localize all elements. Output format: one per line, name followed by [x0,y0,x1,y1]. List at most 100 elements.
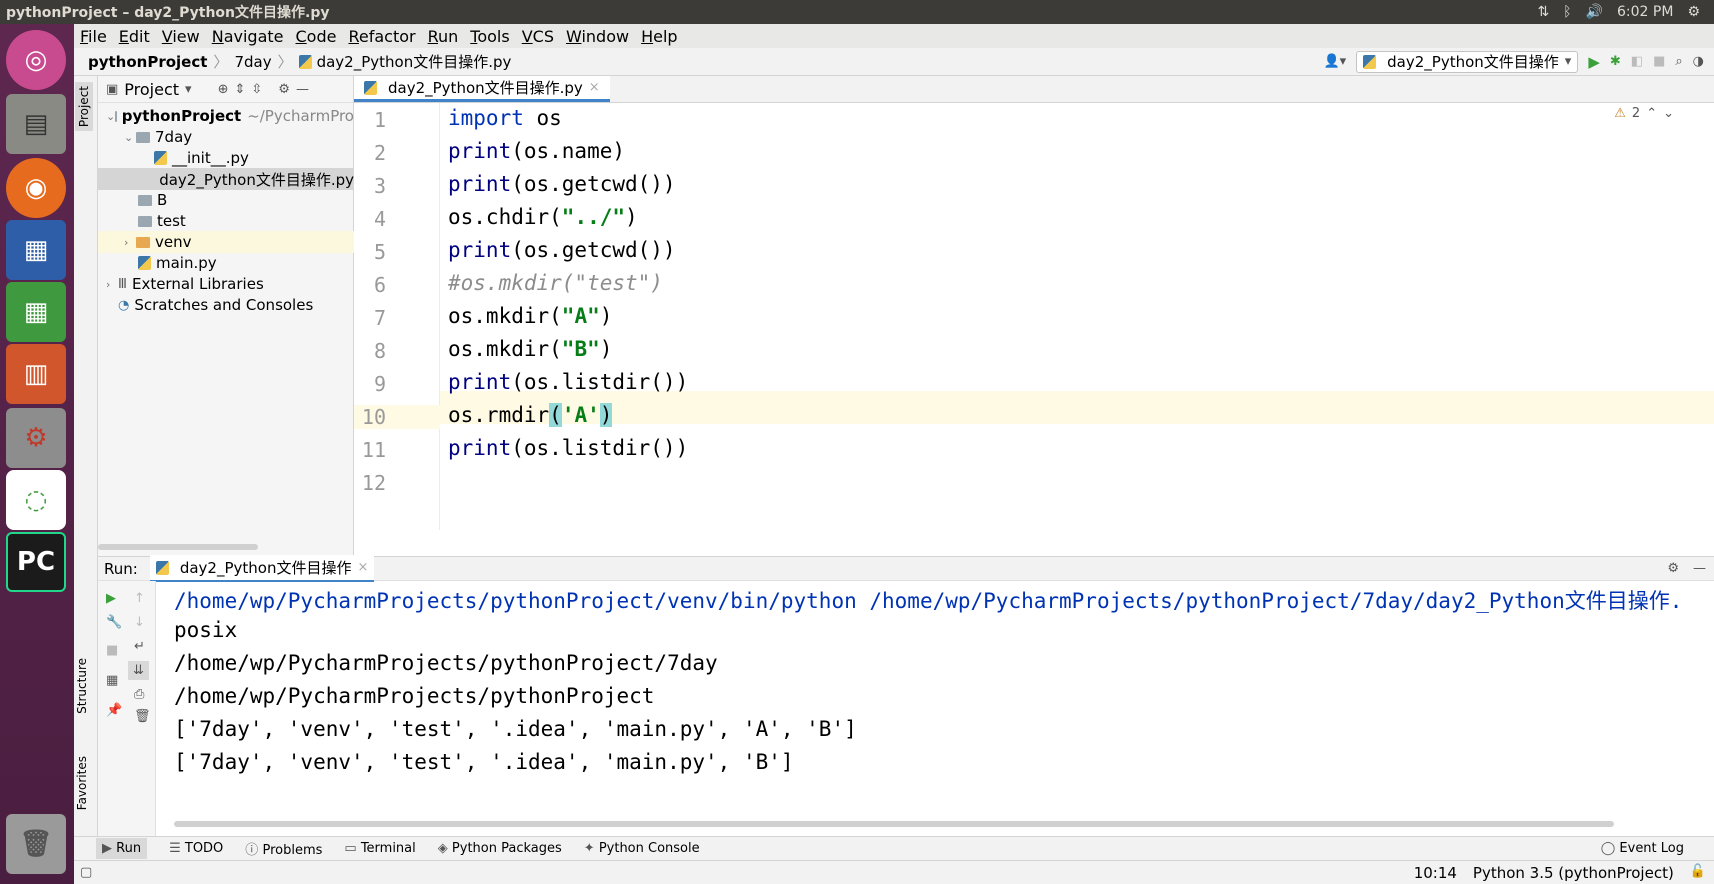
firefox-icon[interactable]: ◉ [6,158,66,218]
gear-icon[interactable]: ⚙ [278,82,290,97]
chevron-right-icon[interactable]: › [124,236,136,249]
network-icon[interactable]: ⇅ [1537,4,1549,20]
tab-python-console[interactable]: ✦ Python Console [584,841,700,856]
tab-terminal[interactable]: ▭ Terminal [344,841,415,856]
coverage-icon[interactable]: ◧ [1631,54,1643,69]
editor-tab-active[interactable]: day2_Python文件目操作.py × [354,76,610,102]
print-icon[interactable]: ⎙ [134,687,144,702]
menu-vcs[interactable]: VCS [522,27,554,46]
menu-file[interactable]: File [80,27,107,46]
horizontal-scrollbar[interactable] [98,544,258,550]
menu-tools[interactable]: Tools [470,27,509,46]
run-tab[interactable]: day2_Python文件目操作 × [149,555,375,582]
tab-project[interactable]: Project [75,82,93,132]
chevron-down-icon[interactable]: ⌄ [124,131,136,144]
close-icon[interactable]: × [357,560,368,575]
layout-icon[interactable]: ▦ [106,673,118,688]
chevron-down-icon[interactable]: ▾ [185,82,192,97]
tree-item[interactable]: __init__.py [98,147,354,169]
tab-structure[interactable]: Structure [75,658,89,714]
gear-icon[interactable]: ⚙ [1667,561,1679,576]
project-panel-title[interactable]: Project [124,80,179,99]
menu-view[interactable]: View [162,27,200,46]
breadcrumb-folder[interactable]: 7day [234,53,271,71]
run-config-select[interactable]: day2_Python文件目操作 ▾ [1356,50,1579,73]
line-number: 5 [373,240,386,264]
calc-icon[interactable]: ▦ [6,282,66,342]
user-icon[interactable]: 👤▾ [1323,54,1346,69]
chevron-right-icon[interactable]: › [106,278,118,291]
close-icon[interactable]: × [589,80,600,95]
impress-icon[interactable]: ▥ [6,344,66,404]
rerun-icon[interactable]: ▶ [106,591,116,606]
minimize-icon[interactable]: — [296,82,309,97]
power-icon[interactable]: ⚙ [1687,4,1700,20]
interpreter-label[interactable]: Python 3.5 (pythonProject) [1473,864,1674,882]
line-number: 9 [373,372,386,396]
menu-run[interactable]: Run [428,27,459,46]
search-icon[interactable]: ⌕ [1675,54,1682,69]
tree-item[interactable]: B [98,189,354,211]
trash-icon[interactable]: 🗑 [6,814,66,874]
update-icon[interactable]: ◑ [1693,54,1704,69]
menu-edit[interactable]: Edit [119,27,150,46]
ubuntu-dash-icon[interactable]: ◎ [6,30,66,90]
breadcrumb-file[interactable]: day2_Python文件目操作.py [317,51,512,72]
tree-item[interactable]: ◔ Scratches and Consoles [98,294,354,316]
stop-icon[interactable]: ■ [1653,54,1665,69]
horizontal-scrollbar[interactable] [174,821,1614,827]
menu-refactor[interactable]: Refactor [348,27,415,46]
files-icon[interactable]: ▤ [6,94,66,154]
arrow-down-icon[interactable]: ↓ [134,615,145,630]
menu-help[interactable]: Help [641,27,677,46]
code-line: os.chdir("../") [448,205,638,229]
line-number: 1 [373,108,386,132]
arrow-up-icon[interactable]: ↑ [134,591,145,606]
chevron-up-icon[interactable]: ⌃ [1646,106,1657,121]
caret-position[interactable]: 10:14 [1414,864,1457,882]
stop-icon[interactable]: ■ [106,643,118,658]
menu-navigate[interactable]: Navigate [212,27,284,46]
tree-item[interactable]: test [98,210,354,232]
inspection-widget[interactable]: ⚠ 2 ⌃ ⌄ [1614,106,1674,121]
tree-root[interactable]: ⌄ pythonProject ~/PycharmPro [98,105,354,127]
clock[interactable]: 6:02 PM [1617,4,1673,20]
wrench-icon[interactable]: 🔧 [106,615,122,630]
tree-item[interactable]: main.py [98,252,354,274]
scroll-to-end-icon[interactable]: ⇊ [128,661,149,680]
volume-icon[interactable]: 🔊 [1586,4,1603,20]
tree-item-selected[interactable]: day2_Python文件目操作.py [98,168,354,190]
menu-window[interactable]: Window [566,27,629,46]
scratches-icon: ◔ [118,297,130,313]
tab-todo[interactable]: ☰ TODO [169,841,223,856]
run-icon[interactable]: ▶ [1588,53,1600,71]
tab-favorites[interactable]: Favorites [75,756,89,810]
chevron-down-icon[interactable]: ⌄ [1663,106,1674,121]
tree-item[interactable]: › Ⅲ External Libraries [98,273,354,295]
menu-code[interactable]: Code [296,27,337,46]
tab-python-packages[interactable]: ◈ Python Packages [438,841,562,856]
chevron-down-icon[interactable]: ⌄ [106,110,115,123]
locate-icon[interactable]: ⊕ [218,82,229,97]
event-log-button[interactable]: ◯ Event Log [1601,841,1714,856]
tab-run[interactable]: ▶ Run [96,838,148,859]
settings-icon[interactable]: ⚙ [6,408,66,468]
writer-icon[interactable]: ▦ [6,220,66,280]
breadcrumb-project[interactable]: pythonProject [88,53,207,71]
lock-icon[interactable]: 🔓 [1690,864,1706,882]
tree-item[interactable]: ⌄ 7day [98,126,354,148]
software-updater-icon[interactable]: ◌ [6,470,66,530]
soft-wrap-icon[interactable]: ↵ [134,639,145,654]
tree-item[interactable]: › venv [98,231,354,253]
pin-icon[interactable]: 📌 [106,703,122,718]
collapse-all-icon[interactable]: ⇳ [251,82,262,97]
bluetooth-icon[interactable]: ᛒ [1563,4,1571,20]
tool-windows-icon[interactable]: ▢ [80,865,92,880]
run-icon: ▶ [102,841,112,856]
pycharm-icon[interactable]: PC [6,532,66,592]
debug-icon[interactable]: ✱ [1610,54,1621,69]
minimize-icon[interactable]: — [1693,561,1706,576]
trash-icon[interactable]: 🗑 [134,709,151,724]
expand-all-icon[interactable]: ⇕ [234,82,245,97]
tab-problems[interactable]: ⓘ Problems [245,839,322,858]
